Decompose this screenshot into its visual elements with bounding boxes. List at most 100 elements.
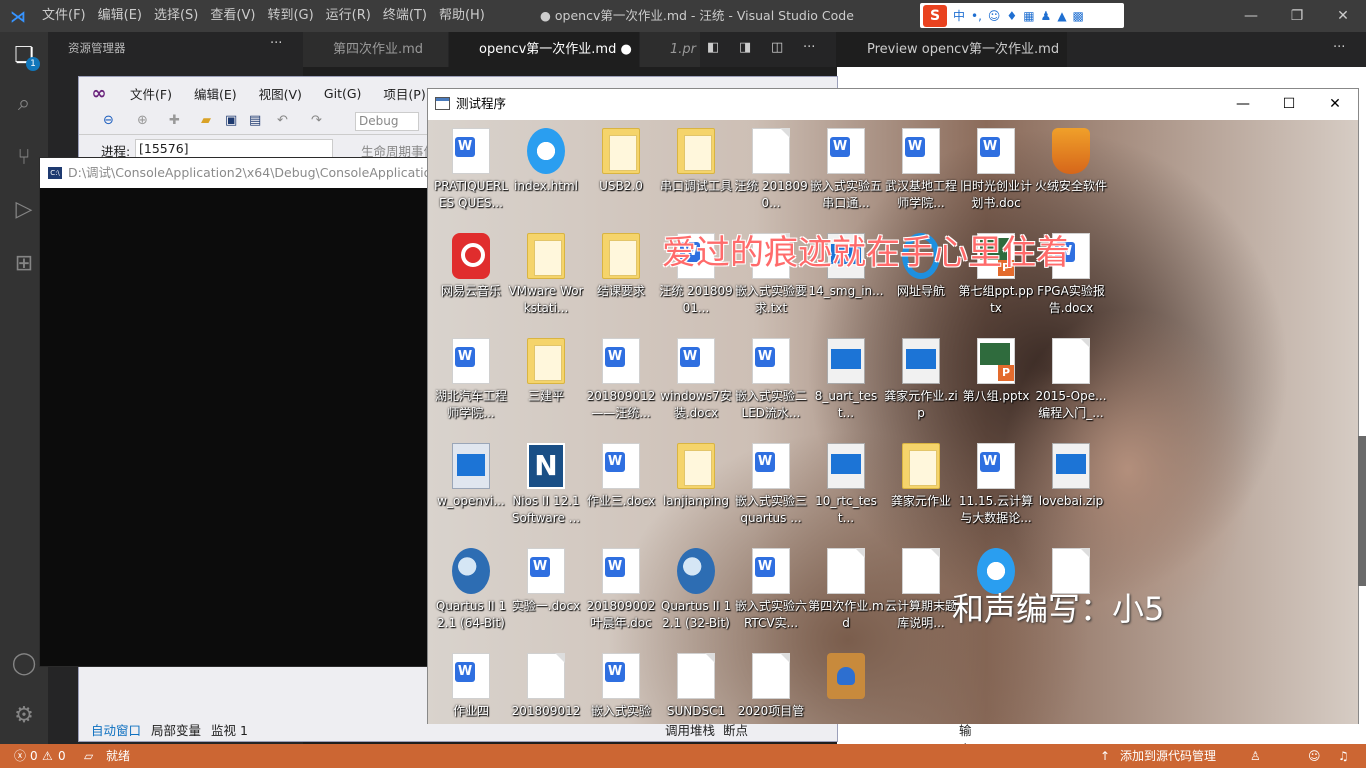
desktop-icon[interactable]: 第四次作业.md [808, 540, 884, 640]
warning-icon[interactable]: ⚠ [42, 744, 53, 768]
desktop-icon[interactable]: 嵌入式实验五串口通... [808, 120, 884, 220]
desktop-icon[interactable]: 201809012 [508, 645, 584, 724]
vscode-menu-view[interactable]: 查看(V) [204, 0, 261, 32]
desktop-icon[interactable]: 201809002叶晨年.doc [583, 540, 659, 640]
vscode-restore-icon[interactable]: ❐ [1274, 0, 1320, 32]
tab-preview-file[interactable]: 1.pr [640, 32, 700, 67]
new-item-icon[interactable]: ✚ [169, 113, 180, 128]
error-count[interactable]: 0 [30, 744, 38, 768]
test-maximize-icon[interactable]: ☐ [1266, 89, 1312, 119]
desktop-icon[interactable]: 嵌入式实验三quartus ... [733, 435, 809, 535]
ime-emoji-icon[interactable]: ☺ [988, 9, 1001, 23]
vscode-menu-run[interactable]: 运行(R) [320, 0, 377, 32]
forward-icon[interactable]: ⊕ [137, 113, 148, 128]
vscode-menu-terminal[interactable]: 终端(T) [377, 0, 433, 32]
vs-menu-file[interactable]: 文件(F) [119, 84, 183, 103]
vscode-menu-file[interactable]: 文件(F) [36, 0, 92, 32]
desktop-icon[interactable]: 龚家元作业.zip [883, 330, 959, 430]
desktop-icon[interactable]: 旧时光创业计划书.doc [958, 120, 1034, 220]
desktop-icon[interactable]: 实验一.docx [508, 540, 584, 640]
desktop-icon[interactable]: 龚家元作业 [883, 435, 959, 535]
ime-punct-icon[interactable]: •, [971, 9, 982, 23]
desktop-icon[interactable]: VMware Workstati... [508, 225, 584, 325]
editor-more-icon[interactable]: ··· [803, 40, 815, 55]
desktop-icon[interactable]: Quartus II 12.1 (32-Bit) [658, 540, 734, 640]
desktop-icon[interactable]: 网易云音乐 [433, 225, 509, 325]
desktop-icon[interactable]: 汪统 2018090... [733, 120, 809, 220]
feedback-icon[interactable]: ☺ [1308, 744, 1321, 768]
vscode-close-icon[interactable]: ✕ [1320, 0, 1366, 32]
notifications-people-icon[interactable]: ♙ [1250, 744, 1261, 768]
vs-menu-edit[interactable]: 编辑(E) [183, 84, 248, 103]
vscode-menu-help[interactable]: 帮助(H) [433, 0, 491, 32]
desktop-icon[interactable]: 嵌入式实验二LED流水... [733, 330, 809, 430]
split-editor-icon[interactable]: ◫ [771, 40, 783, 55]
desktop-icon[interactable]: USB2.0 [583, 120, 659, 220]
ime-keyboard-icon[interactable]: ▦ [1023, 9, 1034, 23]
desktop-icon[interactable]: SUNDSC1 [658, 645, 734, 724]
explorer-more-icon[interactable]: ··· [270, 36, 282, 51]
bell-icon[interactable]: ♫ [1338, 744, 1349, 768]
desktop-icon[interactable]: 8_uart_test... [808, 330, 884, 430]
test-minimize-icon[interactable]: — [1220, 89, 1266, 119]
redo-icon[interactable]: ↷ [311, 113, 322, 128]
desktop-icon[interactable]: 嵌入式实验 [583, 645, 659, 724]
tab-fourth-homework[interactable]: 第四次作业.md [303, 32, 448, 67]
ime-skin-icon[interactable]: ▲ [1057, 9, 1066, 23]
open-folder-icon[interactable]: ▰ [201, 113, 211, 128]
preview-side-icon[interactable]: ◨ [739, 40, 751, 55]
vscode-minimize-icon[interactable]: — [1228, 0, 1274, 32]
desktop-icon[interactable]: 11.15.云计算与大数据论... [958, 435, 1034, 535]
desktop-icon[interactable]: Quartus II 12.1 (64-Bit) [433, 540, 509, 640]
process-dropdown[interactable]: [15576] ConsoleApplication2.ex [135, 139, 333, 174]
desktop-icon[interactable]: PRATIQUERLES QUES... [433, 120, 509, 220]
save-all-icon[interactable]: ▤ [249, 113, 261, 128]
preview-more-icon[interactable]: ··· [1333, 40, 1345, 55]
config-dropdown[interactable]: Debug [355, 112, 419, 131]
open-preview-icon[interactable]: ◧ [707, 40, 719, 55]
warning-count[interactable]: 0 [58, 744, 66, 768]
publish-arrow-icon[interactable]: ↑ [1100, 744, 1110, 768]
ime-grid-icon[interactable]: ▩ [1073, 9, 1084, 23]
vs-menu-view[interactable]: 视图(V) [248, 84, 313, 103]
desktop-icon[interactable]: 作业四 [433, 645, 509, 724]
ime-mic-icon[interactable]: ♦ [1006, 9, 1017, 23]
desktop-icon[interactable]: 10_rtc_test... [808, 435, 884, 535]
tab-locals[interactable]: 局部变量 [151, 720, 201, 739]
vscode-menu-selection[interactable]: 选择(S) [148, 0, 204, 32]
search-icon[interactable]: ⌕ [0, 80, 48, 128]
undo-icon[interactable]: ↶ [277, 113, 288, 128]
desktop-icon[interactable]: 作业三.docx [583, 435, 659, 535]
explorer-icon[interactable]: ❏ [0, 32, 48, 80]
test-close-icon[interactable]: ✕ [1312, 89, 1358, 119]
desktop-icon[interactable]: 串口调试工具 [658, 120, 734, 220]
desktop-icon[interactable]: 嵌入式实验六RTCV实... [733, 540, 809, 640]
desktop-icon[interactable]: 三建平 [508, 330, 584, 430]
settings-gear-icon[interactable]: ⚙ [0, 692, 48, 740]
vscode-menu-edit[interactable]: 编辑(E) [92, 0, 148, 32]
vscode-menu-go[interactable]: 转到(G) [261, 0, 319, 32]
desktop-icon[interactable]: 武汉基地工程师学院... [883, 120, 959, 220]
ime-user-icon[interactable]: ♟ [1041, 9, 1052, 23]
desktop-icon[interactable]: 云计算期末题库说明... [883, 540, 959, 640]
desktop-icon[interactable]: index.html [508, 120, 584, 220]
back-icon[interactable]: ⊖ [103, 113, 114, 128]
desktop-icon[interactable]: 结课要求 [583, 225, 659, 325]
desktop-icon[interactable]: windows7安装.docx [658, 330, 734, 430]
tab-autos[interactable]: 自动窗口 [91, 720, 141, 739]
desktop-icon[interactable]: 201809012——汪统... [583, 330, 659, 430]
tab-markdown-preview[interactable]: Preview opencv第一次作业.md ✕ [837, 32, 1067, 92]
desktop-icon[interactable]: 火绒安全软件 [1033, 120, 1109, 220]
preview-scrollbar[interactable] [1358, 436, 1366, 586]
tab-opencv-homework[interactable]: opencv第一次作业.md ● [449, 32, 639, 67]
ime-lang-toggle[interactable]: 中 [953, 7, 965, 24]
save-icon[interactable]: ▣ [225, 113, 237, 128]
error-icon[interactable]: ⓧ [14, 744, 26, 768]
desktop-icon[interactable] [808, 645, 884, 724]
desktop-icon[interactable]: 2020项目管 [733, 645, 809, 724]
desktop-icon[interactable]: N Nios II 12.1 Software ... [508, 435, 584, 535]
desktop-icon[interactable]: 2015-Ope...编程入门_... [1033, 330, 1109, 430]
vs-menu-git[interactable]: Git(G) [313, 86, 373, 101]
tab-watch[interactable]: 监视 1 [211, 720, 248, 739]
ime-toolbar[interactable]: S 中 •, ☺ ♦ ▦ ♟ ▲ ▩ [920, 3, 1124, 28]
